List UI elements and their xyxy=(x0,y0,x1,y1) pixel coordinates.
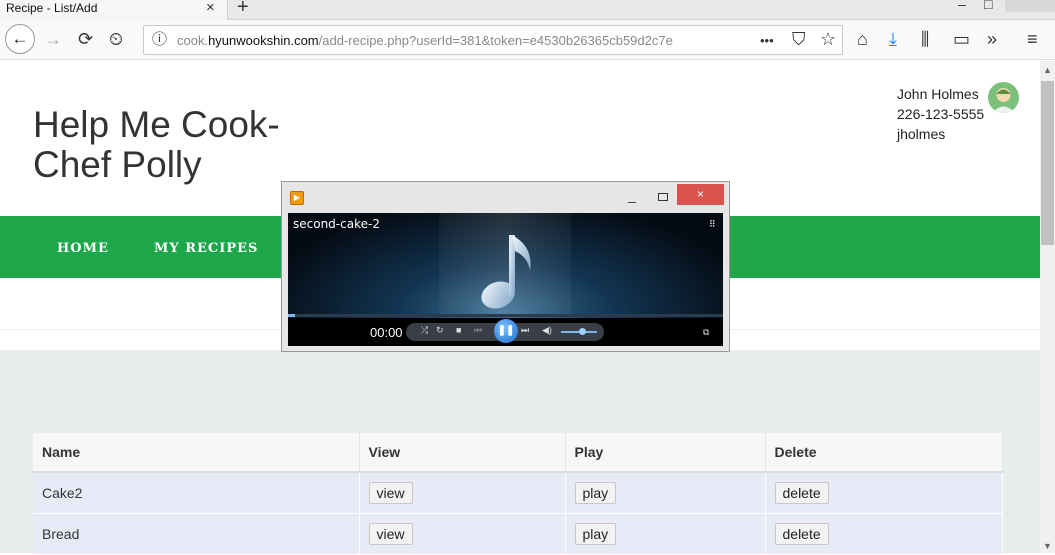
site-title: Help Me Cook- Chef Polly xyxy=(33,104,280,185)
pause-button[interactable]: ❚❚ xyxy=(494,319,518,343)
previous-icon[interactable]: ⏮ xyxy=(474,325,482,336)
user-username: jholmes xyxy=(897,126,946,142)
delete-button[interactable]: delete xyxy=(774,522,829,545)
repeat-icon[interactable]: ↻ xyxy=(436,325,444,336)
browser-toolbar: ← → ⟳ ⏲ ⓘ cook.hyunwookshin.com/add-reci… xyxy=(0,20,1055,60)
music-note-icon xyxy=(481,235,531,309)
tab-strip: Recipe - List/Add × + – □ xyxy=(0,0,1055,20)
scrollbar-thumb[interactable] xyxy=(1041,81,1054,245)
reload-icon[interactable]: ⟳ xyxy=(78,29,93,49)
download-icon[interactable]: ⤓ xyxy=(889,29,897,49)
info-icon[interactable]: ⓘ xyxy=(152,30,167,50)
url-host: hyunwookshin.com xyxy=(208,33,319,48)
recipe-name: Bread xyxy=(33,513,360,555)
url-prefix: cook. xyxy=(177,33,209,48)
player-control-bar: 00:00 ⤮ ↻ ■ ⏮ ❚❚ ⏭ ◀) ⧉ xyxy=(288,318,723,346)
page-scrollbar[interactable]: ▲ ▼ xyxy=(1040,61,1055,553)
stop-icon[interactable]: ■ xyxy=(456,325,461,335)
player-video-area[interactable]: second-cake-2 ⠿ 00:00 ⤮ ↻ ■ ⏮ ❚❚ ⏭ ◀) ⧉ xyxy=(288,213,723,346)
header-delete: Delete xyxy=(765,433,1003,473)
user-phone: 226-123-5555 xyxy=(897,106,985,122)
back-button[interactable]: ← xyxy=(5,24,35,54)
window-maximize-icon[interactable]: □ xyxy=(984,0,992,12)
nav-home[interactable]: HOME xyxy=(57,241,109,256)
user-info: John Holmes 226-123-5555 jholmes xyxy=(897,84,984,144)
user-name: John Holmes xyxy=(897,86,979,102)
window-minimize-icon[interactable]: – xyxy=(958,0,966,12)
header-view: View xyxy=(359,433,566,473)
play-button[interactable]: play xyxy=(574,522,617,545)
new-tab-button[interactable]: + xyxy=(237,0,249,19)
browser-tab[interactable]: Recipe - List/Add × xyxy=(0,0,228,20)
table-row: Bread view play delete xyxy=(33,513,1003,555)
history-icon[interactable]: ⏲ xyxy=(109,29,123,49)
sidebar-icon[interactable]: ▭ xyxy=(953,29,970,49)
avatar xyxy=(988,82,1019,113)
home-icon[interactable]: ⌂ xyxy=(857,29,868,49)
avatar-icon xyxy=(992,88,1015,113)
view-button[interactable]: view xyxy=(368,522,413,545)
media-player-window[interactable]: ▶ _ × second-cake-2 ⠿ 00:00 ⤮ ↻ ■ ⏮ ❚❚ ⏭… xyxy=(281,181,730,352)
scroll-down-icon[interactable]: ▼ xyxy=(1043,541,1052,551)
table-row: Cake2 view play delete xyxy=(33,472,1003,514)
play-button[interactable]: play xyxy=(574,481,617,504)
volume-knob[interactable] xyxy=(579,328,587,335)
player-maximize-icon[interactable] xyxy=(658,193,668,201)
player-minimize-icon[interactable]: _ xyxy=(628,187,636,203)
player-controls: ⤮ ↻ ■ ⏮ ❚❚ ⏭ ◀) xyxy=(406,319,604,343)
player-time: 00:00 xyxy=(370,325,403,340)
tab-title: Recipe - List/Add xyxy=(6,1,98,15)
mute-icon[interactable]: ◀) xyxy=(542,325,552,336)
url-path: /add-recipe.php?userId=381&token=e4530b2… xyxy=(318,33,673,48)
scroll-up-icon[interactable]: ▲ xyxy=(1043,65,1052,75)
view-button[interactable]: view xyxy=(368,481,413,504)
tab-close-icon[interactable]: × xyxy=(206,0,215,16)
bookmark-star-icon[interactable]: ☆ xyxy=(820,29,836,49)
nav-my-recipes[interactable]: MY RECIPES xyxy=(154,241,258,256)
window-close-button[interactable] xyxy=(1005,0,1055,12)
recipe-table: Name View Play Delete Cake2 view play de… xyxy=(33,433,1003,555)
player-seek-bar[interactable] xyxy=(288,314,723,317)
url-text: cook.hyunwookshin.com/add-recipe.php?use… xyxy=(177,33,722,48)
player-seek-progress xyxy=(288,314,295,317)
pocket-icon[interactable]: ⛉ xyxy=(792,29,806,49)
delete-button[interactable]: delete xyxy=(774,481,829,504)
forward-icon[interactable]: → xyxy=(44,29,62,49)
shuffle-icon[interactable]: ⤮ xyxy=(421,325,428,336)
volume-slider[interactable] xyxy=(561,328,597,335)
overflow-icon[interactable]: » xyxy=(987,29,997,49)
recipe-name: Cake2 xyxy=(33,472,360,514)
library-icon[interactable]: ⫼ xyxy=(921,29,929,49)
player-close-button[interactable]: × xyxy=(677,184,724,205)
player-title-bar[interactable]: ▶ _ × xyxy=(282,182,729,213)
player-logo-icon: ▶ xyxy=(290,191,304,205)
menu-icon[interactable]: ≡ xyxy=(1027,29,1038,49)
player-file-name: second-cake-2 xyxy=(293,217,380,231)
table-header-row: Name View Play Delete xyxy=(33,433,1003,473)
header-name: Name xyxy=(33,433,360,473)
header-play: Play xyxy=(565,433,766,473)
page-actions-icon[interactable]: ••• xyxy=(760,31,774,51)
switch-view-icon[interactable]: ⧉ xyxy=(703,327,709,338)
next-icon[interactable]: ⏭ xyxy=(521,325,529,336)
player-grid-icon[interactable]: ⠿ xyxy=(709,219,716,230)
url-bar[interactable]: ⓘ cook.hyunwookshin.com/add-recipe.php?u… xyxy=(143,25,843,55)
